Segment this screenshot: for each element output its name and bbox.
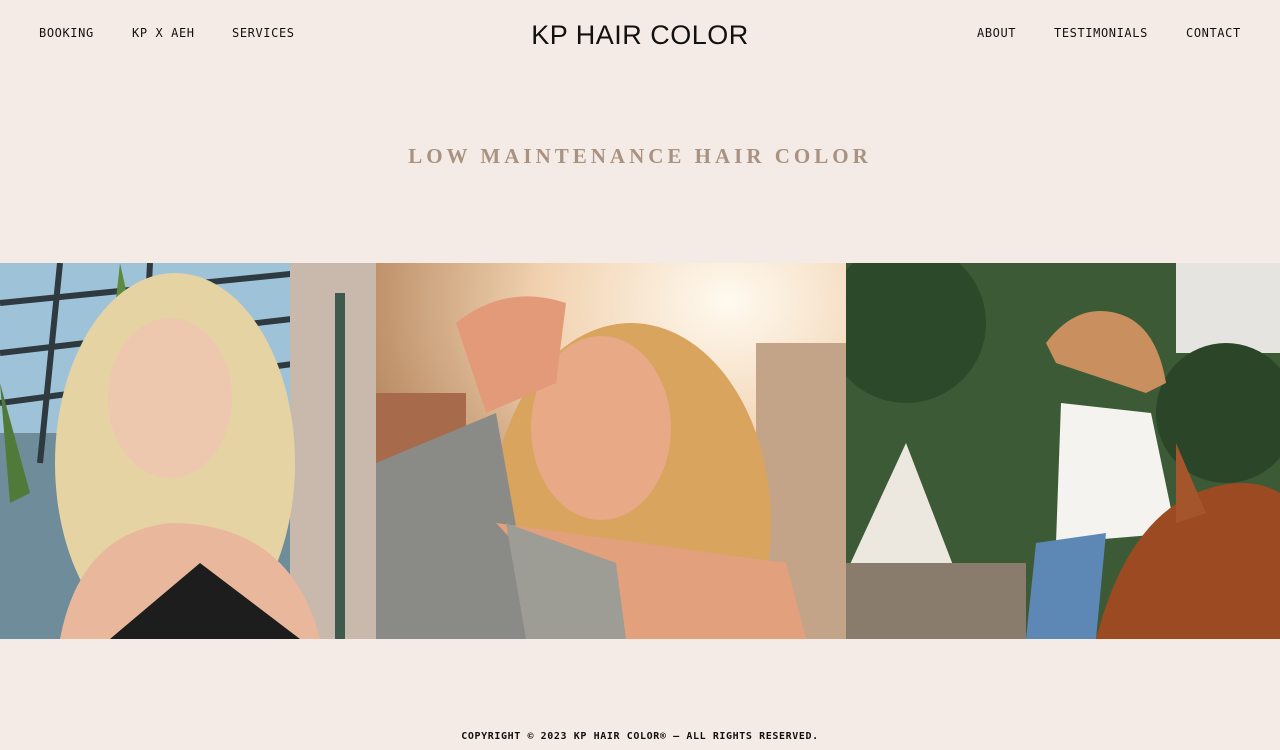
nav-link-testimonials[interactable]: TESTIMONIALS — [1054, 26, 1148, 40]
nav-link-contact[interactable]: CONTACT — [1186, 26, 1241, 40]
gallery-photo-3[interactable] — [846, 263, 1280, 639]
photo-denim-jacket-woman-image — [376, 263, 846, 639]
photo-cowgirl-horse-image — [846, 263, 1280, 639]
gallery-photo-2[interactable] — [376, 263, 846, 639]
photo-blonde-woman-image — [0, 263, 376, 639]
nav-link-about[interactable]: ABOUT — [977, 26, 1016, 40]
photo-gallery — [0, 263, 1280, 639]
gallery-photo-1[interactable] — [0, 263, 376, 639]
page-title: LOW MAINTENANCE HAIR COLOR — [408, 144, 872, 168]
footer-copyright: COPYRIGHT © 2023 KP HAIR COLOR® — ALL RI… — [461, 731, 819, 742]
